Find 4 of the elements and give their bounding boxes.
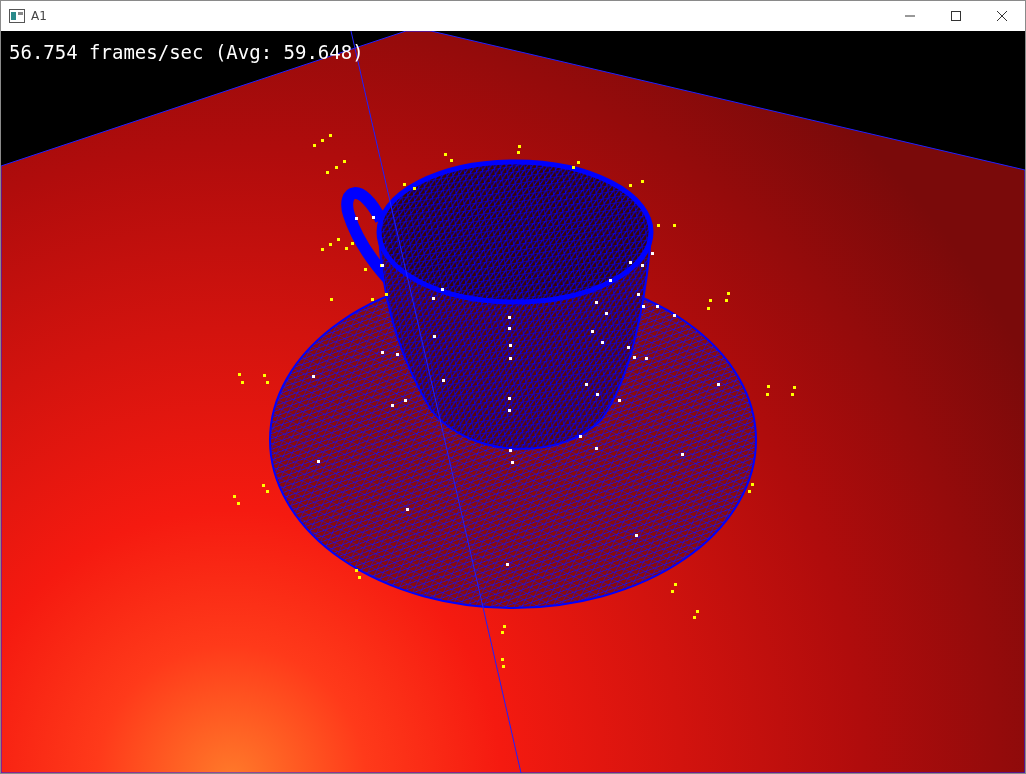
maximize-icon xyxy=(951,11,961,21)
close-icon xyxy=(997,11,1007,21)
window-title: A1 xyxy=(31,9,47,23)
window-icon xyxy=(9,9,25,23)
